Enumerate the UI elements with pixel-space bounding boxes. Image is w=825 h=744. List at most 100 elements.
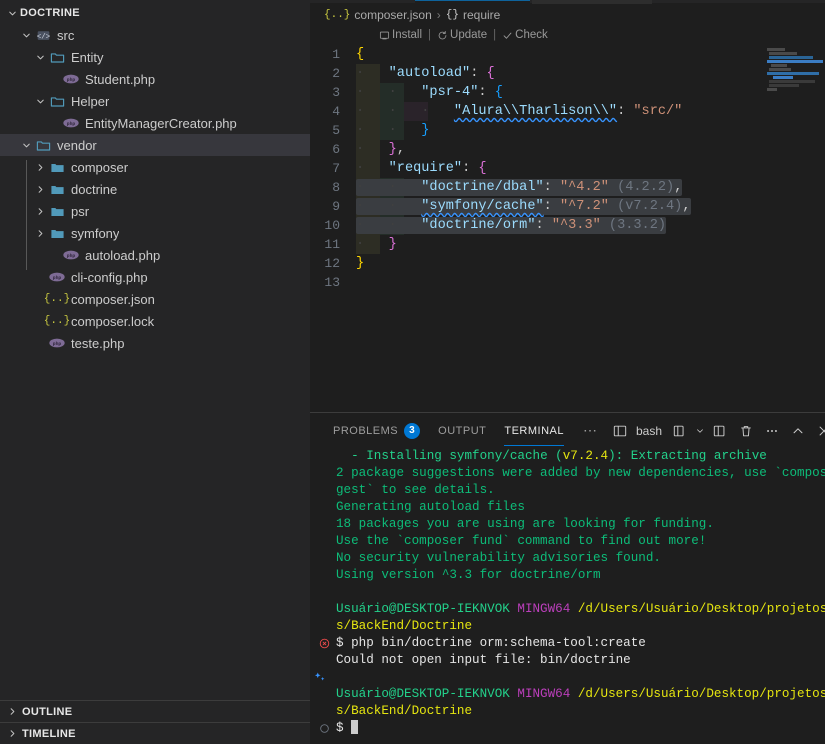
close-panel-icon[interactable] — [812, 419, 825, 443]
chevron-right-icon — [32, 206, 48, 217]
code-line[interactable]: 4 · · · "Alura\\Tharlison\\": "src/" — [310, 102, 825, 121]
tree-item-label: composer — [71, 159, 129, 175]
outline-section-header[interactable]: OUTLINE — [0, 700, 310, 722]
timeline-section-header[interactable]: TIMELINE — [0, 722, 310, 744]
breadcrumb-symbol[interactable]: require — [463, 8, 500, 22]
line-content: · · "psr-4": { — [356, 83, 825, 102]
tree-item-composer-lock[interactable]: {..} composer.lock — [0, 310, 310, 332]
indent-dots: · · · — [356, 104, 454, 119]
terminal-profile-dropdown-icon[interactable] — [668, 419, 692, 443]
terminal-line: Use the `composer fund` command to find … — [310, 533, 825, 550]
terminal-text: No security vulnerability advisories fou… — [336, 551, 661, 565]
tree-item-symfony[interactable]: symfony — [0, 222, 310, 244]
tree-item-student-php[interactable]: php Student.php — [0, 68, 310, 90]
svg-text:</>: </> — [36, 33, 50, 41]
tree-item-composer[interactable]: composer — [0, 156, 310, 178]
terminal-text: s/BackEnd/Doctrine — [336, 704, 473, 718]
code-line[interactable]: 3 · · "psr-4": { — [310, 83, 825, 102]
code-line[interactable]: 5 · · } — [310, 121, 825, 140]
chevron-down-icon — [32, 96, 48, 107]
line-content: { — [356, 45, 825, 64]
tree-item-vendor[interactable]: vendor — [0, 134, 310, 156]
command-error-marker-icon — [318, 637, 330, 649]
code-editor[interactable]: Install | Update | Check 1{2 · "autoload"… — [310, 26, 825, 412]
code-token: { — [478, 161, 487, 176]
tree-item-autoload-php[interactable]: php autoload.php — [0, 244, 310, 266]
tree-item-label: composer.lock — [71, 313, 155, 329]
minimap-line — [767, 48, 785, 51]
codelens-sep: | — [428, 29, 432, 41]
chevron-down-icon[interactable] — [694, 419, 706, 443]
maximize-panel-icon[interactable] — [786, 419, 810, 443]
tree-item-label: vendor — [57, 137, 97, 153]
code-line[interactable]: 8 · · "doctrine/dbal": "^4.2" (4.2.2), — [310, 178, 825, 197]
terminal-text: Usuário@DESKTOP-IEKNVOK — [336, 602, 510, 616]
codelens-update-action[interactable]: Update — [437, 26, 487, 45]
svg-text:php: php — [53, 341, 62, 347]
terminal-sparkle-icon — [314, 671, 326, 683]
tree-item-composer-json[interactable]: {..} composer.json — [0, 288, 310, 310]
terminal-line: No security vulnerability advisories fou… — [310, 550, 825, 567]
code-line[interactable]: 11 · } — [310, 235, 825, 254]
terminal-text: symfony/cache — [449, 449, 548, 463]
tree-item-helper[interactable]: Helper — [0, 90, 310, 112]
code-line[interactable]: 9 · · "symfony/cache": "^7.2" (v7.2.4), — [310, 197, 825, 216]
terminal-text: 18 packages you are using are looking fo… — [336, 517, 714, 531]
terminal-shell-name[interactable]: bash — [634, 424, 666, 438]
terminal-line: Generating autoload files — [310, 499, 825, 516]
panel-tabs-overflow-icon[interactable]: ⋯ — [573, 422, 608, 439]
new-terminal-icon[interactable] — [608, 419, 632, 443]
terminal-text: Use the `composer fund` command to find … — [336, 534, 707, 548]
panel-more-actions-icon[interactable] — [760, 419, 784, 443]
line-number: 2 — [332, 66, 340, 81]
tree-item-src[interactable]: </> src — [0, 24, 310, 46]
code-line[interactable]: 6 · }, — [310, 140, 825, 159]
terminal-text: /d/Users/Usuário/Desktop/projetos curso — [577, 602, 825, 616]
editor-minimap[interactable] — [763, 48, 825, 100]
php-file-icon: php — [62, 71, 80, 87]
code-lines[interactable]: 1{2 · "autoload": {3 · · "psr-4": {4 · · · … — [310, 45, 825, 292]
editor-tab-active-stub[interactable] — [415, 0, 530, 4]
tree-item-psr[interactable]: psr — [0, 200, 310, 222]
editor-tab-inactive-stub[interactable] — [532, 0, 652, 4]
folder-icon — [48, 203, 66, 219]
explorer-sidebar: DOCTRINE </> src Entity php Student.php Helpe… — [0, 0, 310, 744]
tree-item-teste-php[interactable]: php teste.php — [0, 332, 310, 354]
terminal-text: ( — [547, 449, 563, 463]
chevron-down-icon — [32, 52, 48, 63]
terminal-text: - Installing — [336, 449, 450, 463]
tree-item-label: symfony — [71, 225, 120, 241]
code-line[interactable]: 10 · · "doctrine/orm": "^3.3" (3.3.2) — [310, 216, 825, 235]
explorer-root-doctrine[interactable]: DOCTRINE — [0, 2, 310, 24]
code-token: : — [543, 180, 560, 195]
panel-tab-problems[interactable]: PROBLEMS 3 — [324, 413, 429, 448]
tree-item-cli-config-php[interactable]: php cli-config.php — [0, 266, 310, 288]
tree-item-entity[interactable]: Entity — [0, 46, 310, 68]
breadcrumb-file[interactable]: composer.json — [354, 8, 431, 22]
code-line[interactable]: 13 — [310, 273, 825, 292]
minimap-line — [769, 52, 797, 55]
terminal-text: MINGW64 — [509, 687, 571, 701]
tree-item-doctrine[interactable]: doctrine — [0, 178, 310, 200]
code-line[interactable]: 7 · "require": { — [310, 159, 825, 178]
kill-terminal-icon[interactable] — [734, 419, 758, 443]
php-file-icon: php — [48, 335, 66, 351]
tree-item-entitymanagercreator-php[interactable]: php EntityManagerCreator.php — [0, 112, 310, 134]
panel-tab-label: TERMINAL — [504, 424, 564, 437]
chevron-down-icon — [4, 8, 20, 19]
panel-tab-terminal[interactable]: TERMINAL — [495, 413, 573, 448]
code-token: "autoload" — [388, 66, 471, 81]
terminal-text: ): Extracting archive — [608, 449, 767, 463]
folder-icon — [48, 159, 66, 175]
code-line[interactable]: 1{ — [310, 45, 825, 64]
code-token: "doctrine/dbal" — [421, 180, 544, 195]
terminal-output[interactable]: - Installing symfony/cache (v7.2.4): Ext… — [310, 448, 825, 744]
line-content: · "require": { — [356, 159, 825, 178]
code-line[interactable]: 12} — [310, 254, 825, 273]
breadcrumb: {..} composer.json › {} require — [310, 4, 825, 26]
codelens-install-action[interactable]: Install — [379, 26, 422, 45]
codelens-check-action[interactable]: Check — [502, 26, 548, 45]
code-line[interactable]: 2 · "autoload": { — [310, 64, 825, 83]
panel-tab-output[interactable]: OUTPUT — [429, 413, 495, 448]
split-terminal-icon[interactable] — [708, 419, 732, 443]
